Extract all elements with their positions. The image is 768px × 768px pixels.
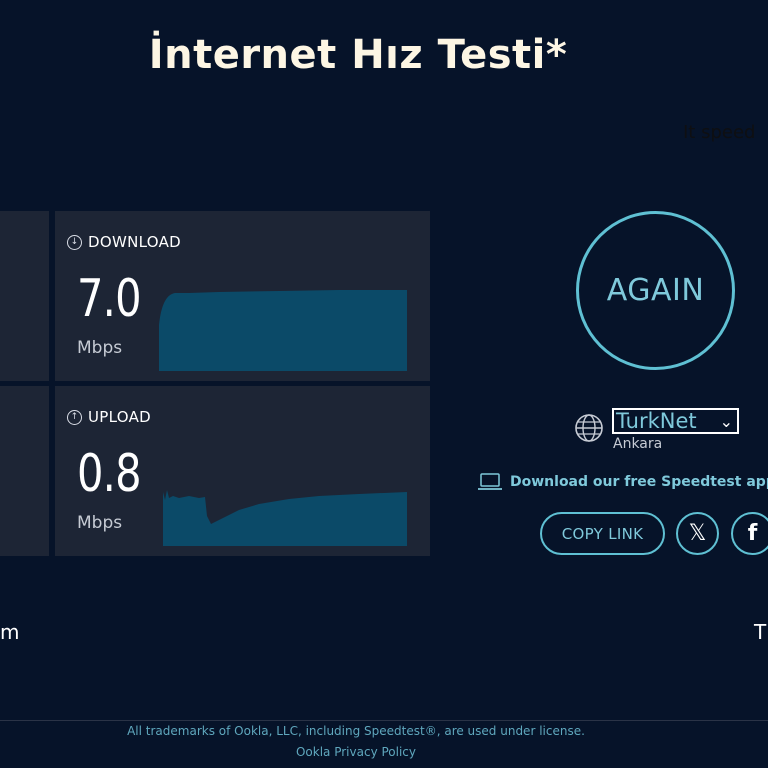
download-graph — [159, 290, 407, 371]
jitter-panel-partial — [0, 386, 49, 556]
x-share-button[interactable]: 𝕏 — [676, 512, 719, 555]
ping-panel-partial — [0, 211, 49, 381]
left-edge-text: m — [0, 620, 20, 644]
trademark-notice: All trademarks of Ookla, LLC, including … — [127, 724, 585, 738]
isp-name: TurkNet — [616, 409, 697, 433]
app-promo-link[interactable]: Download our free Speedtest app fo — [478, 473, 768, 491]
facebook-icon: f — [747, 521, 758, 546]
again-button[interactable]: AGAIN — [576, 211, 735, 370]
footer-divider — [0, 720, 768, 721]
upload-unit: Mbps — [77, 513, 123, 533]
download-unit: Mbps — [77, 338, 123, 358]
upload-label: UPLOAD — [88, 408, 152, 426]
isp-select[interactable]: TurkNet ⌄ — [612, 408, 739, 434]
download-header: ↓ DOWNLOAD — [67, 233, 181, 251]
x-logo-icon: 𝕏 — [688, 521, 707, 546]
laptop-icon — [478, 473, 502, 490]
background-text: It speed — [683, 122, 756, 143]
upload-header: ↑ UPLOAD — [67, 408, 151, 426]
chevron-down-icon: ⌄ — [719, 411, 733, 431]
download-panel: ↓ DOWNLOAD 7.0 Mbps — [55, 211, 430, 381]
download-label: DOWNLOAD — [88, 233, 181, 251]
privacy-policy-link[interactable]: Ookla Privacy Policy — [0, 745, 712, 759]
upload-value: 0.8 — [77, 444, 142, 504]
upload-panel: ↑ UPLOAD 0.8 Mbps — [55, 386, 430, 556]
page-title: İnternet Hız Testi* — [148, 32, 568, 78]
globe-icon — [575, 414, 603, 442]
copy-link-button[interactable]: COPY LINK — [540, 512, 665, 555]
download-value: 7.0 — [77, 269, 142, 329]
isp-location: Ankara — [613, 436, 663, 452]
arrow-up-circle-icon: ↑ — [67, 409, 82, 425]
upload-graph — [163, 490, 407, 546]
right-edge-text: T — [754, 620, 767, 644]
facebook-share-button[interactable]: f — [731, 512, 768, 555]
arrow-down-circle-icon: ↓ — [67, 234, 82, 250]
app-promo-text: Download our free Speedtest app fo — [510, 474, 768, 490]
